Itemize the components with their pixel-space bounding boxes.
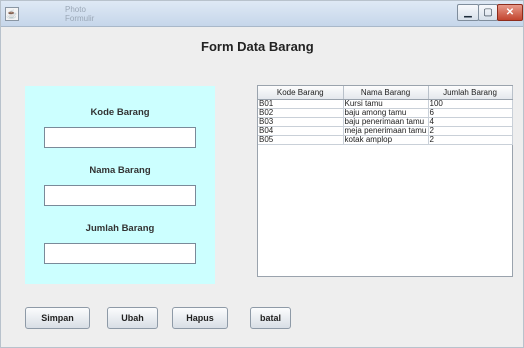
table-cell: 2 [428,135,513,145]
table-cell: B03 [258,117,344,127]
table-cell: 100 [428,99,513,109]
jumlah-barang-label: Jumlah Barang [85,223,155,234]
jumlah-barang-field[interactable] [44,243,196,264]
hapus-button[interactable]: Hapus [172,307,228,329]
table-cell: meja penerimaan tamu [343,126,429,136]
table-cell: baju among tamu [343,108,429,118]
column-header-jumlah[interactable]: Jumlah Barang [428,86,513,100]
ghost-text-1: Photo [65,5,86,14]
kode-barang-field[interactable] [44,127,196,148]
title-bar[interactable]: ☕ Photo Formulir ▁ ▢ ✕ [1,1,523,27]
maximize-icon[interactable]: ▢ [478,4,498,21]
batal-button[interactable]: batal [250,307,291,329]
table-cell: 6 [428,108,513,118]
simpan-button[interactable]: Simpan [25,307,90,329]
column-header-nama[interactable]: Nama Barang [343,86,429,100]
minimize-icon[interactable]: ▁ [457,4,479,21]
table-row[interactable]: B05 kotak amplop 2 [258,135,513,145]
table-cell: baju penerimaan tamu [343,117,429,127]
table-cell: 2 [428,126,513,136]
table-cell: B02 [258,108,344,118]
form-title: Form Data Barang [201,39,314,54]
column-header-kode[interactable]: Kode Barang [258,86,344,100]
kode-barang-label: Kode Barang [90,107,150,118]
table-cell: B01 [258,99,344,109]
table-header-row: Kode Barang Nama Barang Jumlah Barang [258,86,513,100]
table-row[interactable]: B04 meja penerimaan tamu 2 [258,126,513,136]
table-row[interactable]: B01 Kursi tamu 100 [258,99,513,109]
table-cell: B04 [258,126,344,136]
table-cell: 4 [428,117,513,127]
table-cell: Kursi tamu [343,99,429,109]
ubah-button[interactable]: Ubah [107,307,158,329]
table-row[interactable]: B03 baju penerimaan tamu 4 [258,117,513,127]
data-barang-table[interactable]: Kode Barang Nama Barang Jumlah Barang B0… [257,85,513,277]
ghost-text-2: Formulir [65,14,95,23]
input-panel: Kode Barang Nama Barang Jumlah Barang [25,86,215,284]
app-window: ☕ Photo Formulir ▁ ▢ ✕ Form Data Barang … [0,0,524,348]
close-icon[interactable]: ✕ [497,4,523,21]
table-cell: kotak amplop [343,135,429,145]
table-row[interactable]: B02 baju among tamu 6 [258,108,513,118]
nama-barang-label: Nama Barang [89,165,151,176]
nama-barang-field[interactable] [44,185,196,206]
table-cell: B05 [258,135,344,145]
app-window-icon: ☕ [5,7,19,21]
